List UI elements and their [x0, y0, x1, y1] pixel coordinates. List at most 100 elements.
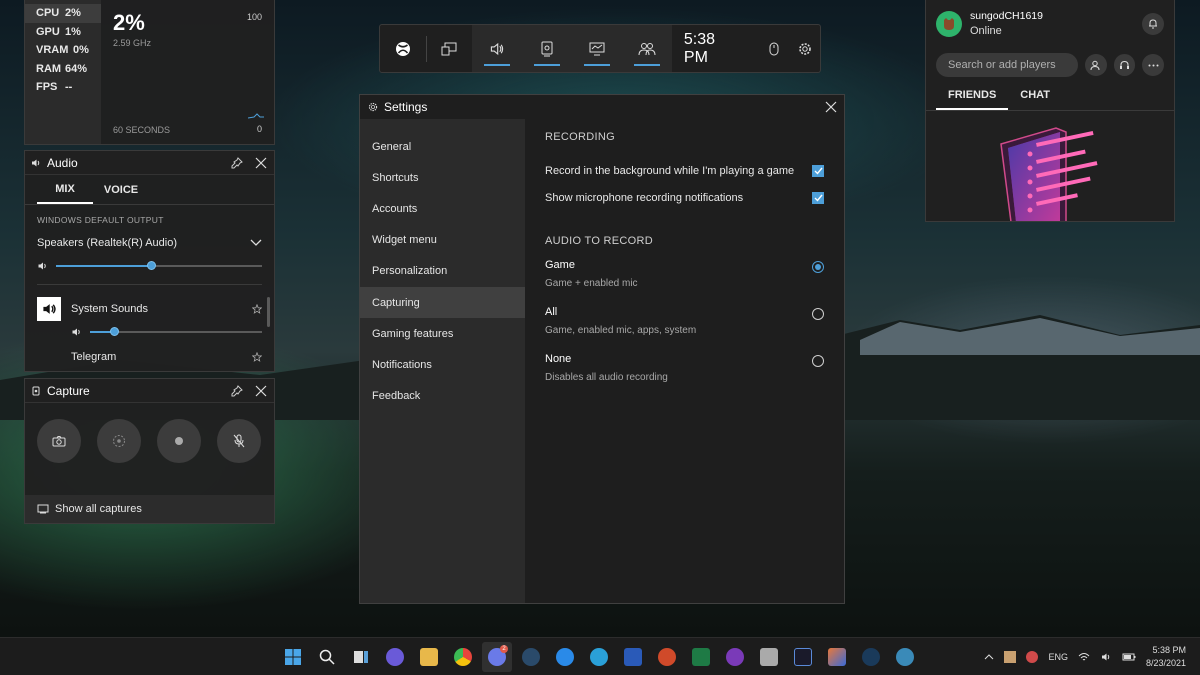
excel-app[interactable] [686, 642, 716, 672]
checkbox-row-background-recording[interactable]: Record in the background while I'm playi… [545, 157, 824, 184]
chrome-app[interactable] [448, 642, 478, 672]
audio-widget-button[interactable] [472, 25, 522, 72]
task-view-button[interactable] [346, 642, 376, 672]
matlab-app[interactable] [822, 642, 852, 672]
nav-general[interactable]: General [360, 131, 525, 162]
pin-icon[interactable] [230, 156, 244, 170]
taskbar-clock[interactable]: 5:38 PM 8/23/2021 [1146, 644, 1186, 670]
discord-app[interactable]: 2 [482, 642, 512, 672]
teams-chat-app[interactable] [380, 642, 410, 672]
nav-personalization[interactable]: Personalization [360, 256, 525, 287]
show-all-captures-link[interactable]: Show all captures [25, 495, 274, 523]
all-radio[interactable] [812, 308, 824, 320]
start-button[interactable] [278, 642, 308, 672]
game-radio[interactable] [812, 261, 824, 273]
stat-row-fps[interactable]: FPS -- [36, 78, 101, 97]
nav-feedback[interactable]: Feedback [360, 381, 525, 412]
party-chat-button[interactable] [1113, 54, 1136, 76]
globe-app[interactable] [890, 642, 920, 672]
widget-group [471, 25, 672, 72]
excel-icon [692, 648, 710, 666]
system-sounds-slider[interactable] [71, 327, 262, 337]
checkbox-label: Show microphone recording notifications [545, 191, 744, 204]
checkmark-icon [814, 194, 823, 202]
screenshot-button[interactable] [37, 419, 81, 463]
volume-icon[interactable] [1100, 652, 1112, 662]
powerpoint-app[interactable] [652, 642, 682, 672]
capture-widget-button[interactable] [522, 25, 572, 72]
person-icon [1090, 60, 1100, 70]
volume-knob[interactable] [146, 261, 156, 270]
stat-row-cpu[interactable]: CPU 2% [25, 4, 101, 23]
search-button[interactable] [312, 642, 342, 672]
zalo-app[interactable] [550, 642, 580, 672]
settings-button[interactable] [789, 25, 820, 72]
radio-row-all[interactable]: All Game, enabled mic, apps, system [545, 306, 824, 336]
star-icon[interactable] [252, 352, 262, 362]
xbox-button[interactable] [380, 25, 426, 72]
checkbox-row-mic-notifications[interactable]: Show microphone recording notifications [545, 184, 824, 211]
search-players-input[interactable] [936, 53, 1078, 77]
notifications-button[interactable] [1142, 12, 1164, 35]
steam-app[interactable] [516, 642, 546, 672]
input-language[interactable]: ENG [1048, 652, 1068, 662]
stat-row-ram[interactable]: RAM 64% [36, 60, 101, 79]
audio-scrollbar[interactable] [267, 297, 270, 327]
telegram-app[interactable] [584, 642, 614, 672]
nav-notifications[interactable]: Notifications [360, 349, 525, 380]
wifi-icon[interactable] [1078, 652, 1090, 662]
file-explorer-app[interactable] [414, 642, 444, 672]
nav-accounts[interactable]: Accounts [360, 193, 525, 224]
tab-chat[interactable]: CHAT [1008, 89, 1062, 110]
performance-widget-button[interactable] [572, 25, 622, 72]
word-app[interactable] [618, 642, 648, 672]
more-options-button[interactable] [1142, 54, 1165, 76]
tray-app-icon[interactable] [1004, 651, 1017, 663]
pin-icon[interactable] [230, 384, 244, 398]
mouse-lock-button[interactable] [758, 25, 789, 72]
tab-mix[interactable]: MIX [37, 175, 93, 204]
chevron-up-icon[interactable] [984, 654, 994, 660]
social-widget-button[interactable] [622, 25, 672, 72]
volume-track[interactable] [56, 261, 262, 270]
user-status[interactable]: Online [970, 25, 1043, 37]
volume-knob[interactable] [110, 327, 120, 336]
none-radio[interactable] [812, 355, 824, 367]
nav-gaming-features[interactable]: Gaming features [360, 318, 525, 349]
widget-menu-button[interactable] [426, 25, 472, 72]
add-friend-button[interactable] [1085, 54, 1107, 76]
nav-shortcuts[interactable]: Shortcuts [360, 162, 525, 193]
master-volume-slider[interactable] [37, 261, 262, 271]
stat-key: FPS [36, 81, 58, 94]
nav-widget-menu[interactable]: Widget menu [360, 225, 525, 256]
stat-key: CPU [36, 7, 60, 20]
background-recording-checkbox[interactable] [812, 164, 824, 177]
settings-window: Settings General Shortcuts Accounts Widg… [359, 94, 845, 604]
ellipsis-icon [1148, 64, 1159, 66]
avatar[interactable] [936, 10, 962, 37]
visual-studio-app[interactable] [788, 642, 818, 672]
circle-app[interactable] [720, 642, 750, 672]
mic-notifications-checkbox[interactable] [812, 191, 824, 204]
snipping-app[interactable] [754, 642, 784, 672]
mic-toggle-button[interactable] [217, 419, 261, 463]
output-device-select[interactable]: Speakers (Realtek(R) Audio) [37, 237, 262, 249]
close-icon[interactable] [254, 384, 268, 398]
start-recording-button[interactable] [157, 419, 201, 463]
tab-voice[interactable]: VOICE [93, 175, 149, 204]
star-icon[interactable] [252, 304, 262, 314]
radio-row-none[interactable]: None Disables all audio recording [545, 353, 824, 383]
stat-row-gpu[interactable]: GPU 1% [36, 23, 101, 42]
volume-track[interactable] [90, 327, 262, 336]
tray-app-icon-2[interactable] [1026, 651, 1039, 663]
close-icon[interactable] [824, 100, 838, 114]
close-icon[interactable] [254, 156, 268, 170]
radio-row-game[interactable]: Game Game + enabled mic [545, 259, 824, 289]
nav-capturing[interactable]: Capturing [360, 286, 525, 319]
battery-icon[interactable] [1122, 653, 1136, 661]
steam-app-2[interactable] [856, 642, 886, 672]
tab-friends[interactable]: FRIENDS [936, 89, 1009, 110]
stat-row-vram[interactable]: VRAM 0% [36, 41, 101, 60]
record-last-button[interactable] [97, 419, 141, 463]
discord-badge: 2 [500, 645, 508, 653]
